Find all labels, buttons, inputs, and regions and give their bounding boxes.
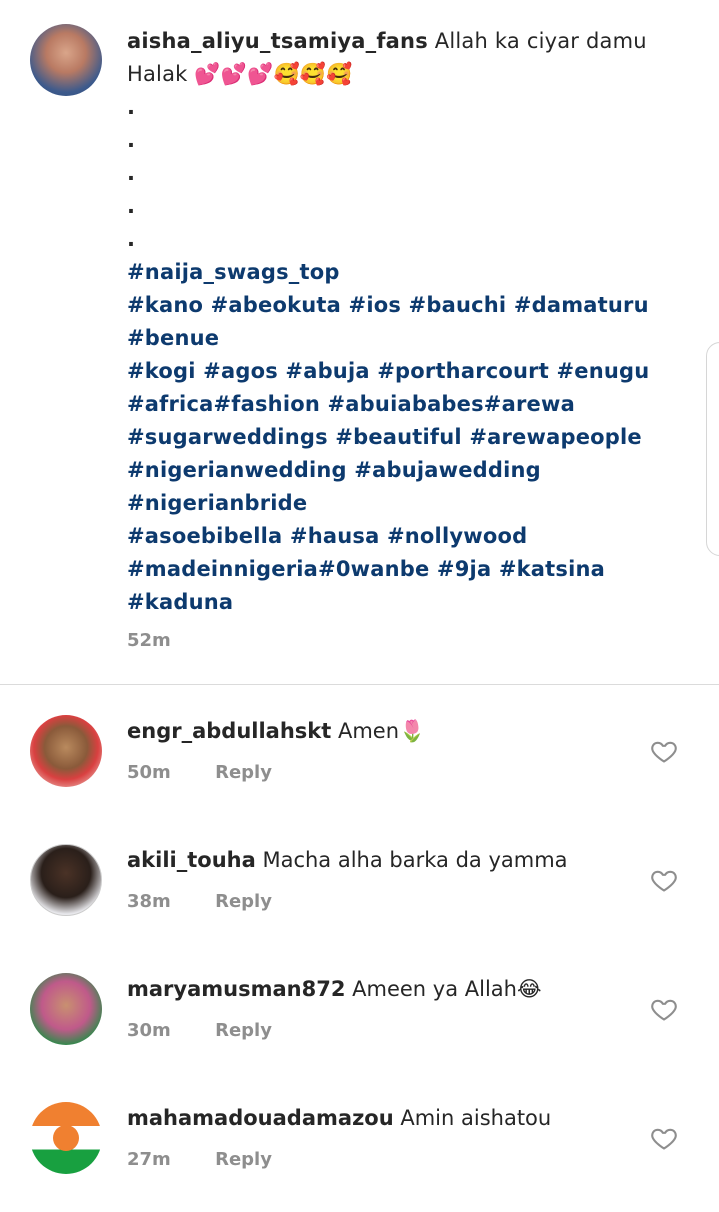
comment-text: Macha alha barka da yamma — [262, 848, 568, 872]
comment-meta: 50m Reply — [127, 762, 272, 783]
commenter-username[interactable]: maryamusman872 — [127, 977, 345, 1001]
hashtag-line[interactable]: #kogi #agos #abuja #portharcourt #enugu — [127, 355, 687, 388]
hashtag-line[interactable]: #sugarweddings #beautiful #arewapeople — [127, 421, 687, 454]
comment-line: engr_abdullahskt Amen🌷 — [127, 717, 425, 745]
hashtag-line[interactable]: #kano #abeokuta #ios #bauchi #damaturu — [127, 289, 687, 322]
hashtag-line[interactable]: #benue — [127, 322, 687, 355]
heart-icon[interactable] — [650, 995, 678, 1023]
side-panel-handle[interactable] — [706, 342, 719, 556]
post-author-avatar[interactable] — [30, 24, 102, 96]
commenter-username[interactable]: akili_touha — [127, 848, 256, 872]
comment-row: mahamadouadamazou Amin aishatou 27m Repl… — [0, 1102, 719, 1212]
reply-button[interactable]: Reply — [215, 1020, 272, 1041]
commenter-avatar[interactable] — [30, 1102, 102, 1174]
commenter-username[interactable]: mahamadouadamazou — [127, 1106, 394, 1130]
comment-text: Ameen ya Allah😂 — [352, 977, 542, 1001]
reply-button[interactable]: Reply — [215, 891, 272, 912]
commenter-avatar[interactable] — [30, 973, 102, 1045]
caption-text: aisha_aliyu_tsamiya_fans Allah ka ciyar … — [127, 25, 687, 619]
heart-icon[interactable] — [650, 866, 678, 894]
comment-timestamp: 27m — [127, 1149, 171, 1170]
hashtag-line[interactable]: #kaduna — [127, 586, 687, 619]
comment-meta: 27m Reply — [127, 1149, 272, 1170]
hashtag-line[interactable]: #africa#fashion #abuiababes#arewa — [127, 388, 687, 421]
heart-icon[interactable] — [650, 1124, 678, 1152]
reply-button[interactable]: Reply — [215, 762, 272, 783]
comment-text: Amen🌷 — [337, 719, 426, 743]
commenter-avatar[interactable] — [30, 844, 102, 916]
comment-timestamp: 30m — [127, 1020, 171, 1041]
post-timestamp: 52m — [127, 630, 171, 651]
hashtag-line[interactable]: #nigerianwedding #abujawedding — [127, 454, 687, 487]
comment-text: Amin aishatou — [400, 1106, 552, 1130]
commenter-avatar[interactable] — [30, 715, 102, 787]
caption-dot: . — [127, 128, 136, 152]
post-author-username[interactable]: aisha_aliyu_tsamiya_fans — [127, 29, 428, 53]
comment-line: maryamusman872 Ameen ya Allah😂 — [127, 975, 542, 1003]
post-caption: aisha_aliyu_tsamiya_fans Allah ka ciyar … — [0, 0, 719, 684]
hashtag-line[interactable]: #naija_swags_top — [127, 256, 687, 289]
comment-timestamp: 50m — [127, 762, 171, 783]
commenter-username[interactable]: engr_abdullahskt — [127, 719, 331, 743]
comment-timestamp: 38m — [127, 891, 171, 912]
comment-meta: 38m Reply — [127, 891, 272, 912]
reply-button[interactable]: Reply — [215, 1149, 272, 1170]
divider — [0, 684, 719, 685]
comment-row: akili_touha Macha alha barka da yamma 38… — [0, 844, 719, 954]
niger-flag-icon — [53, 1125, 79, 1151]
hashtag-line[interactable]: #asoebibella #hausa #nollywood — [127, 520, 687, 553]
hashtag-line[interactable]: #madeinnigeria#0wanbe #9ja #katsina — [127, 553, 687, 586]
comment-row: maryamusman872 Ameen ya Allah😂 30m Reply — [0, 973, 719, 1083]
comment-line: mahamadouadamazou Amin aishatou — [127, 1104, 551, 1132]
caption-dot: . — [127, 227, 136, 251]
caption-dot: . — [127, 194, 136, 218]
comment-line: akili_touha Macha alha barka da yamma — [127, 846, 568, 874]
comment-meta: 30m Reply — [127, 1020, 272, 1041]
caption-dot: . — [127, 95, 136, 119]
heart-icon[interactable] — [650, 737, 678, 765]
hashtag-line[interactable]: #nigerianbride — [127, 487, 687, 520]
caption-dot: . — [127, 161, 136, 185]
comment-row: engr_abdullahskt Amen🌷 50m Reply — [0, 715, 719, 825]
